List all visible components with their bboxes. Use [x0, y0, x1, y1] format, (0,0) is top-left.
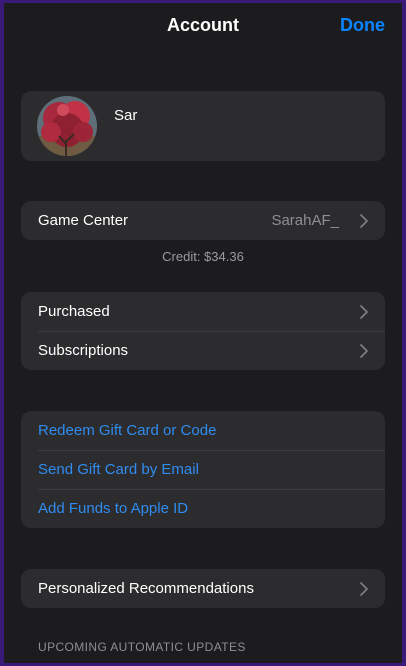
credit-balance: Credit: $34.36 [162, 249, 244, 264]
personalized-recommendations-row[interactable]: Personalized Recommendations [21, 569, 385, 608]
chevron-right-icon [360, 214, 368, 228]
recommendations-card: Personalized Recommendations [21, 569, 385, 608]
profile-card[interactable]: Sar [21, 91, 385, 161]
purchases-card: Purchased Subscriptions [21, 292, 385, 370]
subscriptions-label: Subscriptions [38, 342, 129, 359]
redeem-gift-card-link[interactable]: Redeem Gift Card or Code [21, 411, 385, 450]
avatar[interactable] [37, 96, 97, 156]
game-center-card: Game Center SarahAF_ [21, 201, 385, 240]
account-sheet: Account Done Sar Game Center SarahAF_ Cr… [4, 3, 402, 663]
chevron-right-icon [360, 582, 368, 596]
gift-card-card: Redeem Gift Card or Code Send Gift Card … [21, 411, 385, 528]
game-center-nickname: SarahAF_ [271, 212, 339, 229]
purchased-label: Purchased [38, 303, 110, 320]
game-center-row[interactable]: Game Center SarahAF_ [21, 201, 385, 240]
add-funds-link[interactable]: Add Funds to Apple ID [21, 489, 385, 528]
send-gift-card-link[interactable]: Send Gift Card by Email [21, 450, 385, 489]
subscriptions-row[interactable]: Subscriptions [21, 331, 385, 370]
personalized-recommendations-label: Personalized Recommendations [38, 580, 254, 597]
section-header-updates: UPCOMING AUTOMATIC UPDATES [38, 640, 246, 654]
purchased-row[interactable]: Purchased [21, 292, 385, 331]
chevron-right-icon [360, 344, 368, 358]
game-center-label: Game Center [38, 212, 129, 229]
avatar-photo [37, 96, 97, 156]
done-button[interactable]: Done [340, 15, 385, 36]
profile-name: Sar [114, 107, 138, 124]
chevron-right-icon [360, 305, 368, 319]
navigation-bar: Account Done [4, 3, 402, 47]
